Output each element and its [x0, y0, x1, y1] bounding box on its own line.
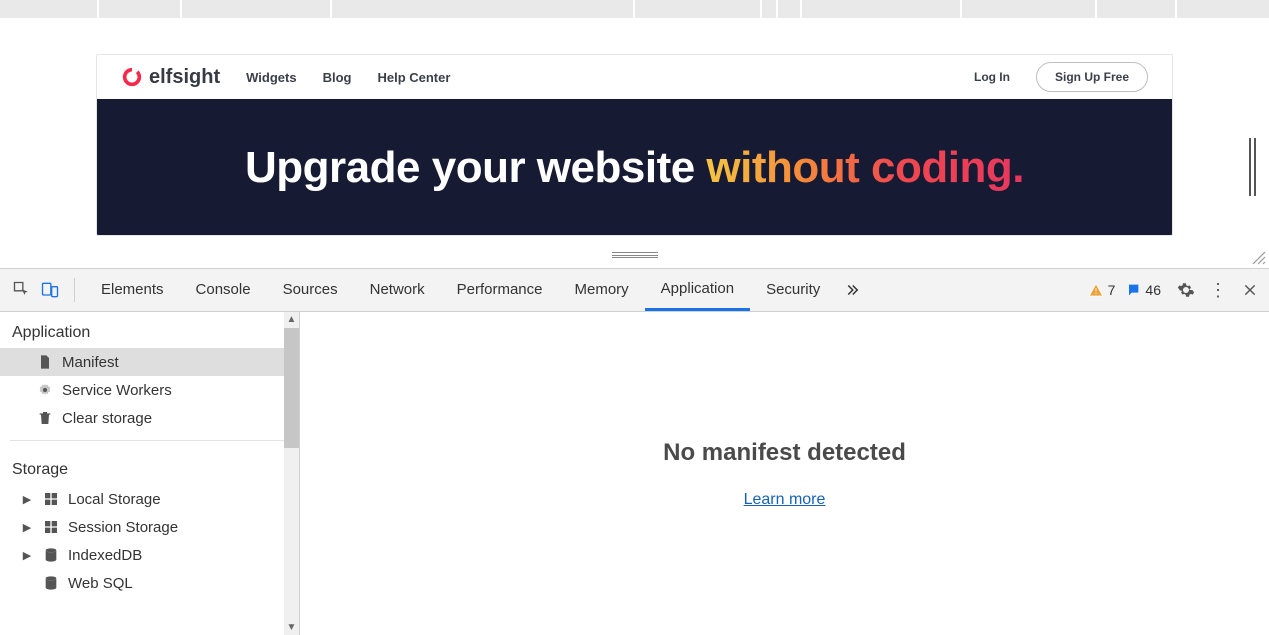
nav-blog[interactable]: Blog: [323, 70, 352, 85]
grid-icon: [42, 490, 60, 508]
sidebar-item-manifest[interactable]: Manifest: [0, 348, 299, 376]
tab-memory[interactable]: Memory: [559, 269, 645, 311]
inspect-element-icon[interactable]: [8, 276, 36, 304]
info-count: 46: [1145, 282, 1161, 298]
sidebar-section-application: Application: [0, 312, 299, 348]
viewport-size-bracket: [1245, 138, 1263, 196]
nav-help-center[interactable]: Help Center: [377, 70, 450, 85]
settings-icon[interactable]: [1175, 279, 1197, 301]
tab-application[interactable]: Application: [645, 269, 750, 311]
sidebar-item-label: Clear storage: [62, 410, 152, 427]
hero-text-gradient: without coding.: [706, 143, 1024, 192]
issue-counts[interactable]: 7 46: [1080, 282, 1169, 298]
ruler-bar: [0, 0, 1269, 18]
signup-button[interactable]: Sign Up Free: [1036, 62, 1148, 92]
toolbar-divider: [74, 278, 75, 302]
site-header: elfsight Widgets Blog Help Center Log In…: [97, 55, 1172, 99]
nav-widgets[interactable]: Widgets: [246, 70, 296, 85]
login-link[interactable]: Log In: [974, 70, 1010, 84]
tab-security[interactable]: Security: [750, 269, 836, 311]
chevron-right-icon: ▶: [20, 549, 34, 562]
sidebar-item-clear-storage[interactable]: Clear storage: [0, 404, 299, 432]
tab-console[interactable]: Console: [180, 269, 267, 311]
sidebar-item-label: Web SQL: [68, 575, 133, 592]
devtools-tabs: Elements Console Sources Network Perform…: [85, 269, 836, 311]
warning-count: 7: [1108, 282, 1116, 298]
chevron-right-icon: ▶: [20, 521, 34, 534]
devtools-body: Application Manifest Service Workers Cle…: [0, 312, 1269, 635]
manifest-empty-title: No manifest detected: [663, 439, 906, 467]
gear-icon: [36, 381, 54, 399]
info-icon: [1125, 282, 1141, 298]
devtools-toolbar: Elements Console Sources Network Perform…: [0, 268, 1269, 312]
trash-icon: [36, 409, 54, 427]
tab-network[interactable]: Network: [354, 269, 441, 311]
tab-performance[interactable]: Performance: [441, 269, 559, 311]
tab-sources[interactable]: Sources: [267, 269, 354, 311]
application-main-pane: No manifest detected Learn more: [300, 312, 1269, 635]
tabs-overflow-icon[interactable]: [836, 281, 868, 299]
close-devtools-icon[interactable]: [1239, 279, 1261, 301]
sidebar-item-service-workers[interactable]: Service Workers: [0, 376, 299, 404]
database-icon: [42, 574, 60, 592]
hero-text: Upgrade your website without coding.: [245, 143, 1024, 193]
scroll-down-icon[interactable]: ▼: [284, 620, 299, 635]
scrollbar-thumb[interactable]: [284, 328, 299, 448]
sidebar-item-label: Service Workers: [62, 382, 172, 399]
sidebar-item-label: IndexedDB: [68, 547, 142, 564]
resize-grip-icon[interactable]: [1251, 250, 1267, 266]
logo-mark-icon: [121, 66, 143, 88]
site-card: elfsight Widgets Blog Help Center Log In…: [96, 54, 1173, 236]
sidebar-item-label: Session Storage: [68, 519, 178, 536]
sidebar-divider: [10, 440, 289, 441]
warning-icon: [1088, 282, 1104, 298]
file-icon: [36, 353, 54, 371]
database-icon: [42, 546, 60, 564]
sidebar-scrollbar[interactable]: ▲ ▼: [284, 312, 299, 635]
application-sidebar: Application Manifest Service Workers Cle…: [0, 312, 300, 635]
learn-more-link[interactable]: Learn more: [744, 491, 826, 509]
sidebar-item-label: Manifest: [62, 354, 119, 371]
devtools-resize-handle[interactable]: [612, 252, 658, 258]
kebab-menu-icon[interactable]: ⋮: [1207, 279, 1229, 301]
site-logo[interactable]: elfsight: [121, 66, 220, 89]
hero-banner: Upgrade your website without coding.: [97, 99, 1172, 236]
sidebar-item-label: Local Storage: [68, 491, 161, 508]
page-viewport: elfsight Widgets Blog Help Center Log In…: [0, 18, 1269, 268]
sidebar-item-session-storage[interactable]: ▶ Session Storage: [0, 513, 299, 541]
scroll-up-icon[interactable]: ▲: [284, 312, 299, 327]
logo-text: elfsight: [149, 66, 220, 89]
device-toolbar-icon[interactable]: [36, 276, 64, 304]
hero-text-plain: Upgrade your website: [245, 143, 706, 192]
sidebar-item-indexeddb[interactable]: ▶ IndexedDB: [0, 541, 299, 569]
sidebar-item-local-storage[interactable]: ▶ Local Storage: [0, 485, 299, 513]
sidebar-item-websql[interactable]: Web SQL: [0, 569, 299, 597]
grid-icon: [42, 518, 60, 536]
sidebar-section-storage: Storage: [0, 449, 299, 485]
chevron-right-icon: ▶: [20, 493, 34, 506]
tab-elements[interactable]: Elements: [85, 269, 180, 311]
